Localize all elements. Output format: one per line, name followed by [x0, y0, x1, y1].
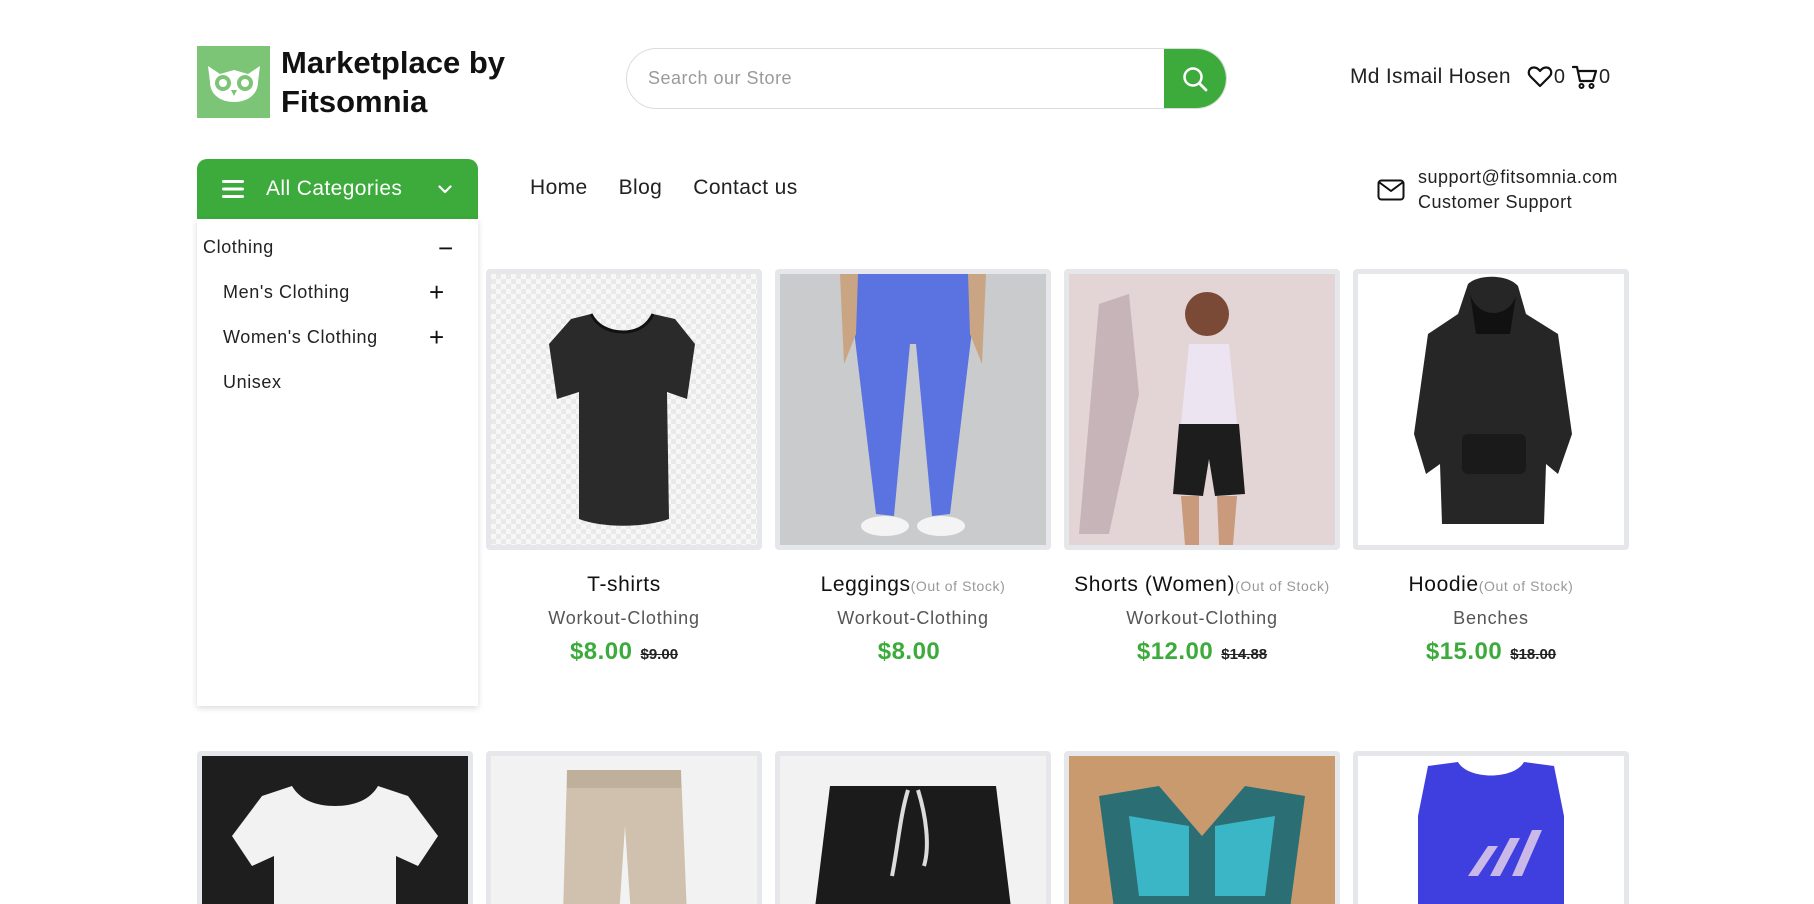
menu-icon: [222, 180, 244, 198]
product-image[interactable]: [1064, 269, 1340, 550]
sports-bra-image-icon: [1069, 756, 1335, 904]
current-price: $12.00: [1136, 638, 1214, 665]
old-price: $18.00: [1510, 646, 1557, 663]
nav-contact[interactable]: Contact us: [693, 176, 797, 200]
support-label: Customer Support: [1418, 192, 1573, 212]
category-sidebar: Clothing − Men's Clothing + Women's Clot…: [197, 219, 478, 706]
shorts-image-icon: [1069, 274, 1335, 545]
support-email[interactable]: support@fitsomnia.com: [1418, 165, 1618, 190]
white-tshirt-image-icon: [232, 786, 438, 904]
expand-icon[interactable]: +: [429, 279, 444, 305]
owl-logo-icon: [197, 46, 270, 118]
current-price: $15.00: [1425, 638, 1503, 665]
current-price: $8.00: [877, 638, 941, 665]
product-category: Workout-Clothing: [1126, 608, 1278, 628]
sidebar-item-label: Women's Clothing: [223, 327, 378, 347]
product-title: Shorts (Women): [1074, 573, 1236, 596]
leggings-image-icon: [840, 274, 986, 536]
tshirt-image-icon: [549, 313, 695, 526]
product-name[interactable]: Shorts (Women)(Out of Stock): [1064, 573, 1340, 597]
stock-note: (Out of Stock): [910, 578, 1006, 594]
search-button[interactable]: [1164, 49, 1226, 108]
product-price: $8.00: [775, 638, 1051, 666]
sidebar-item-clothing[interactable]: Clothing: [203, 237, 274, 258]
product-image[interactable]: [197, 751, 473, 904]
product-image[interactable]: [1353, 269, 1629, 550]
chevron-down-icon: [438, 184, 452, 193]
all-categories-button[interactable]: All Categories: [197, 159, 478, 219]
product-image[interactable]: [775, 751, 1051, 904]
sidebar-item-mens-clothing[interactable]: Men's Clothing: [223, 282, 350, 303]
product-price: $15.00 $18.00: [1353, 638, 1629, 666]
product-title: T-shirts: [587, 573, 661, 596]
sidebar-item-label: Men's Clothing: [223, 282, 350, 302]
tank-top-image-icon: [1418, 762, 1564, 904]
product-image[interactable]: [486, 269, 762, 550]
cart-icon: [1572, 65, 1598, 89]
product-title: Leggings: [820, 573, 911, 596]
joggers-image-icon: [563, 770, 687, 904]
main-nav: Home Blog Contact us: [530, 176, 829, 200]
mail-icon: [1377, 179, 1405, 201]
product-price: $12.00 $14.88: [1064, 638, 1340, 666]
collapse-icon[interactable]: −: [438, 235, 453, 261]
product-category: Workout-Clothing: [548, 608, 700, 628]
current-price: $8.00: [569, 638, 633, 665]
old-price: $9.00: [640, 646, 679, 663]
product-category: Workout-Clothing: [837, 608, 989, 628]
product-image[interactable]: [486, 751, 762, 904]
support-contact: support@fitsomnia.com Customer Support: [1377, 165, 1618, 215]
user-name-link[interactable]: Md Ismail Hosen: [1350, 65, 1511, 89]
sidebar-item-unisex[interactable]: Unisex: [223, 372, 282, 393]
brand-logo[interactable]: Marketplace by Fitsomnia: [197, 43, 541, 121]
wishlist-button[interactable]: 0: [1527, 65, 1565, 89]
nav-blog[interactable]: Blog: [619, 176, 663, 200]
black-shorts-image-icon: [815, 786, 1011, 904]
nav-home[interactable]: Home: [530, 176, 588, 200]
heart-icon: [1527, 66, 1553, 88]
search-input[interactable]: [627, 49, 1164, 108]
hoodie-image-icon: [1414, 276, 1572, 524]
product-name[interactable]: Leggings(Out of Stock): [775, 573, 1051, 597]
sidebar-item-label: Clothing: [203, 237, 274, 257]
search-icon: [1183, 66, 1208, 91]
brand-name: Marketplace by Fitsomnia: [281, 45, 505, 119]
product-price: $8.00 $9.00: [486, 638, 762, 666]
product-category: Benches: [1453, 608, 1529, 628]
wishlist-count: 0: [1553, 65, 1566, 88]
cart-button[interactable]: 0: [1572, 64, 1610, 90]
product-name[interactable]: Hoodie(Out of Stock): [1353, 573, 1629, 597]
cart-count: 0: [1599, 65, 1611, 88]
product-title: Hoodie: [1408, 573, 1479, 596]
stock-note: (Out of Stock): [1235, 578, 1330, 594]
sidebar-item-label: Unisex: [223, 372, 282, 392]
sidebar-item-womens-clothing[interactable]: Women's Clothing: [223, 327, 378, 348]
product-image[interactable]: [1353, 751, 1629, 904]
product-image[interactable]: [775, 269, 1051, 550]
all-categories-label: All Categories: [266, 177, 403, 200]
stock-note: (Out of Stock): [1478, 578, 1574, 594]
product-image[interactable]: [1064, 751, 1340, 904]
search-bar: [626, 48, 1227, 109]
expand-icon[interactable]: +: [429, 324, 444, 350]
old-price: $14.88: [1221, 646, 1268, 663]
product-name[interactable]: T-shirts: [486, 573, 762, 597]
user-area: Md Ismail Hosen 0 0: [1350, 64, 1617, 90]
